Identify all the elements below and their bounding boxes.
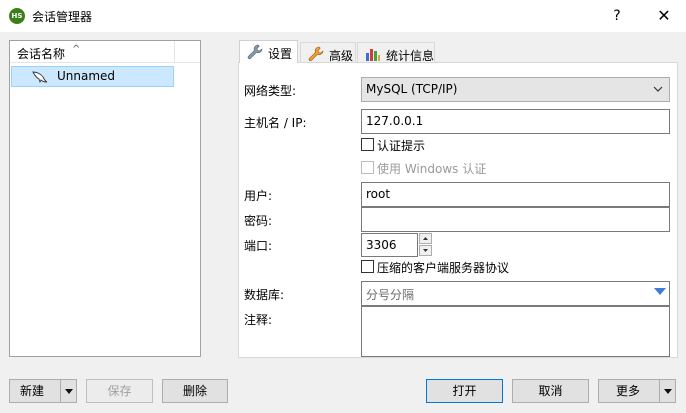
password-label: 密码: — [244, 214, 273, 228]
caret-down-icon — [664, 389, 672, 394]
new-session-button[interactable]: 新建 — [9, 379, 77, 403]
wrench-orange-icon — [308, 46, 324, 61]
port-decrement-button[interactable] — [419, 245, 432, 256]
comment-label: 注释: — [244, 313, 273, 327]
tab-statistics[interactable]: 统计信息 — [357, 42, 435, 64]
tab-advanced[interactable]: 高级 — [300, 42, 356, 64]
network-type-select[interactable]: MySQL (TCP/IP) — [361, 77, 670, 102]
session-item[interactable]: Unnamed — [11, 66, 174, 87]
auth-prompt-label: 认证提示 — [377, 139, 426, 153]
user-value: root — [366, 187, 391, 201]
user-label: 用户: — [244, 189, 273, 203]
column-divider[interactable] — [174, 41, 175, 63]
dolphin-icon — [32, 71, 48, 84]
save-button[interactable]: 保存 — [86, 379, 153, 403]
port-input[interactable]: 3306 — [361, 233, 418, 257]
windows-auth-label: 使用 Windows 认证 — [377, 162, 487, 176]
database-placeholder: 分号分隔 — [366, 288, 415, 302]
comment-textarea[interactable] — [361, 306, 670, 357]
more-label: 更多 — [616, 384, 641, 398]
host-value: 127.0.0.1 — [366, 114, 424, 128]
network-type-label: 网络类型: — [244, 84, 297, 98]
password-input[interactable] — [361, 207, 670, 232]
open-button[interactable]: 打开 — [426, 379, 503, 403]
window-title: 会话管理器 — [32, 10, 93, 24]
app-icon: HS — [9, 8, 25, 24]
port-value: 3306 — [366, 238, 397, 252]
delete-button[interactable]: 删除 — [162, 379, 228, 403]
database-input[interactable]: 分号分隔 — [361, 281, 670, 306]
sort-ascending-icon: ^ — [72, 44, 81, 55]
windows-auth-checkbox[interactable] — [361, 161, 374, 174]
host-input[interactable]: 127.0.0.1 — [361, 109, 670, 134]
wrench-icon — [247, 44, 263, 59]
network-type-value: MySQL (TCP/IP) — [366, 82, 458, 96]
database-dropdown-icon[interactable] — [654, 287, 666, 297]
close-button[interactable]: ✕ — [648, 4, 680, 28]
help-button[interactable]: ? — [601, 4, 633, 28]
title-bar: HS 会话管理器 ? ✕ — [0, 0, 686, 32]
chevron-down-icon — [653, 86, 663, 92]
session-name-column-header: 会话名称 — [17, 47, 66, 61]
database-label: 数据库: — [244, 288, 285, 302]
port-increment-button[interactable] — [419, 233, 432, 244]
compress-protocol-label: 压缩的客户端服务器协议 — [377, 261, 510, 275]
new-session-label: 新建 — [20, 384, 45, 398]
session-list[interactable]: 会话名称 ^ Unnamed — [9, 40, 201, 357]
cancel-button[interactable]: 取消 — [512, 379, 589, 403]
host-label: 主机名 / IP: — [244, 116, 307, 130]
user-input[interactable]: root — [361, 182, 670, 207]
port-label: 端口: — [244, 239, 273, 253]
caret-down-icon — [65, 389, 73, 394]
more-dropdown[interactable] — [659, 380, 676, 402]
bar-chart-icon — [366, 49, 380, 61]
tab-settings[interactable]: 设置 — [239, 40, 298, 63]
session-list-header[interactable]: 会话名称 ^ — [10, 41, 200, 63]
session-item-label: Unnamed — [57, 69, 116, 83]
arrow-up-icon — [423, 237, 428, 240]
auth-prompt-checkbox[interactable] — [361, 138, 374, 151]
more-button[interactable]: 更多 — [598, 379, 676, 403]
arrow-down-icon — [423, 249, 428, 252]
compress-protocol-checkbox[interactable] — [361, 260, 374, 273]
tab-settings-label: 设置 — [268, 47, 293, 61]
new-session-dropdown[interactable] — [60, 380, 77, 402]
